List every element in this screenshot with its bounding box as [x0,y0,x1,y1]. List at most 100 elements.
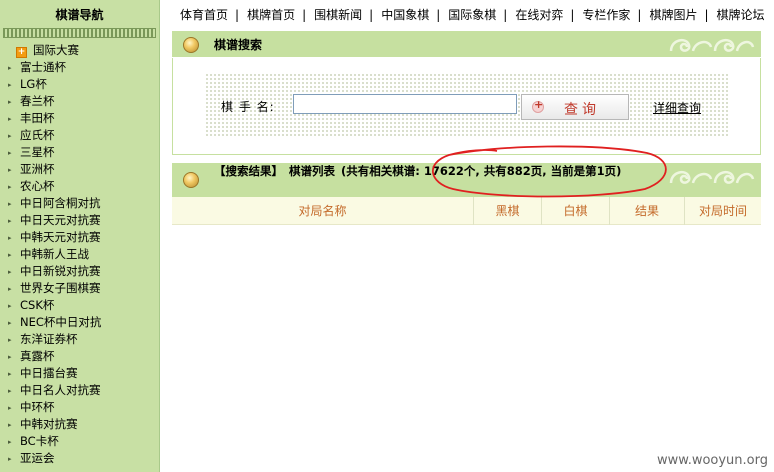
bullet-arrow-icon: ▸ [8,217,12,225]
expand-plus-icon[interactable]: + [16,47,27,58]
results-panel-header: 【搜索结果】 棋谱列表 (共有相关棋谱: 17622个, 共有882页, 当前是第1… [172,163,761,197]
bullet-arrow-icon: ▸ [8,98,12,106]
bullet-arrow-icon: ▸ [8,353,12,361]
sidebar-item[interactable]: ▸ 中日名人对抗赛 [0,382,159,399]
sidebar-item[interactable]: + 国际大赛 [0,42,159,59]
column-header-result[interactable]: 结果 [610,197,685,225]
sidebar-item-label: BC卡杯 [20,434,59,448]
sidebar-item-label: CSK杯 [20,298,55,312]
nav-link[interactable]: 专栏作家 [574,8,637,22]
search-button-icon [532,98,544,113]
search-button[interactable]: 查询 [521,94,629,120]
nav-link[interactable]: 在线对弈 [507,8,570,22]
sidebar-item[interactable]: ▸ 中韩天元对抗赛 [0,229,159,246]
bullet-arrow-icon: ▸ [8,166,12,174]
sidebar-item[interactable]: ▸ 中日新锐对抗赛 [0,263,159,280]
column-header-white[interactable]: 白棋 [542,197,610,225]
sidebar-item[interactable]: ▸ 世界女子围棋赛 [0,280,159,297]
top-nav: 体育首页 | 棋牌首页 | 围棋新闻 | 中国象棋 | 国际象棋 | 在线对弈 | 专栏作家 | 棋牌图片 |… [172,0,774,30]
bullet-arrow-icon: ▸ [8,285,12,293]
sidebar-item[interactable]: ▸ 中日阿含桐对抗 [0,195,159,212]
sidebar-item[interactable]: ▸ 真露杯 [0,348,159,365]
sidebar-item[interactable]: ▸ LG杯 [0,76,159,93]
sidebar-item[interactable]: ▸ 亚洲杯 [0,161,159,178]
search-panel: 棋 手 名: 查询 详细查询 [172,58,761,155]
results-list-label: 棋谱列表 [289,164,335,178]
bullet-arrow-icon: ▸ [8,370,12,378]
sidebar-item[interactable]: ▸ 农心杯 [0,178,159,195]
cloud-swirl-icon [669,38,755,52]
search-button-label: 查询 [564,102,600,118]
bullet-arrow-icon: ▸ [8,455,12,463]
player-name-input[interactable] [293,94,517,114]
nav-link[interactable]: 中国象棋 [373,8,436,22]
sidebar-item-label: 中日天元对抗赛 [20,213,101,227]
sidebar-item-label: 国际大赛 [33,43,79,57]
nav-link[interactable]: 棋牌首页 [239,8,302,22]
nav-link[interactable]: 棋牌图片 [641,8,704,22]
sidebar-item-label: 农心杯 [20,179,55,193]
bullet-arrow-icon: ▸ [8,268,12,276]
nav-link[interactable]: 围棋新闻 [306,8,369,22]
sidebar-item-label: 亚洲杯 [20,162,55,176]
nav-link[interactable]: 棋牌论坛 [709,8,772,22]
column-header-black[interactable]: 黑棋 [474,197,542,225]
watermark: www.wooyun.org [656,453,768,468]
bullet-arrow-icon: ▸ [8,421,12,429]
sidebar: 棋谱导航 + 国际大赛 ▸ 富士通杯 ▸ LG杯 ▸ 春兰杯 ▸ 丰田杯 ▸ 应氏杯 ▸ 三星杯 ▸ 亚洲杯 ▸… [0,0,160,472]
bullet-arrow-icon: ▸ [8,302,12,310]
sidebar-item-label: 中日擂台赛 [20,366,78,380]
sidebar-title: 棋谱导航 [55,8,104,22]
sidebar-item-label: 富士通杯 [20,60,66,74]
search-panel-header: 棋谱搜索 [172,31,761,57]
column-header-time[interactable]: 对局时间 [685,197,761,225]
sidebar-item-label: 亚运会 [20,451,55,465]
sidebar-item[interactable]: ▸ 中韩新人王战 [0,246,159,263]
sidebar-item[interactable]: ▸ 中日天元对抗赛 [0,212,159,229]
bullet-ball-icon [183,172,199,188]
nav-link[interactable]: 体育首页 [172,8,235,22]
results-table-header: 对局名称 黑棋 白棋 结果 对局时间 [172,197,761,225]
sidebar-decorative-border [3,28,156,38]
sidebar-item[interactable]: ▸ 富士通杯 [0,59,159,76]
sidebar-item[interactable]: ▸ 中韩对抗赛 [0,416,159,433]
sidebar-item-label: 中日阿含桐对抗 [20,196,101,210]
sidebar-item[interactable]: ▸ 东洋证券杯 [0,331,159,348]
results-head-tag: 【搜索结果】 [214,164,283,178]
sidebar-item-label: LG杯 [20,77,47,91]
sidebar-item-label: 中韩对抗赛 [20,417,78,431]
sidebar-item[interactable]: ▸ 应氏杯 [0,127,159,144]
sidebar-item[interactable]: ▸ 三星杯 [0,144,159,161]
sidebar-item[interactable]: ▸ 中环杯 [0,399,159,416]
sidebar-item[interactable]: ▸ 春兰杯 [0,93,159,110]
sidebar-list: + 国际大赛 ▸ 富士通杯 ▸ LG杯 ▸ 春兰杯 ▸ 丰田杯 ▸ 应氏杯 ▸ 三星杯 ▸ 亚洲杯 ▸ 农心杯 ▸ 中… [0,42,159,467]
sidebar-item[interactable]: ▸ BC卡杯 [0,433,159,450]
nav-separator: | [704,8,709,22]
sidebar-item-label: 真露杯 [20,349,55,363]
column-header-game-name[interactable]: 对局名称 [172,197,474,225]
sidebar-item-label: NEC杯中日对抗 [20,315,102,329]
bullet-arrow-icon: ▸ [8,234,12,242]
sidebar-item-label: 三星杯 [20,145,55,159]
player-name-label: 棋 手 名: [221,100,275,114]
sidebar-item-label: 中环杯 [20,400,55,414]
sidebar-item-label: 中日新锐对抗赛 [20,264,101,278]
sidebar-item[interactable]: ▸ 丰田杯 [0,110,159,127]
results-summary: 【搜索结果】 棋谱列表 (共有相关棋谱: 17622个, 共有882页, 当前是第1… [214,164,684,179]
bullet-arrow-icon: ▸ [8,336,12,344]
cloud-swirl-icon [669,170,755,184]
sidebar-item[interactable]: ▸ CSK杯 [0,297,159,314]
bullet-arrow-icon: ▸ [8,319,12,327]
sidebar-item[interactable]: ▸ NEC杯中日对抗 [0,314,159,331]
search-panel-title: 棋谱搜索 [214,38,263,52]
bullet-arrow-icon: ▸ [8,149,12,157]
bullet-arrow-icon: ▸ [8,132,12,140]
bullet-arrow-icon: ▸ [8,251,12,259]
advanced-search-link[interactable]: 详细查询 [653,99,701,116]
sidebar-item[interactable]: ▸ 中日擂台赛 [0,365,159,382]
bullet-arrow-icon: ▸ [8,438,12,446]
sidebar-item-label: 中日名人对抗赛 [20,383,101,397]
sidebar-item-label: 世界女子围棋赛 [20,281,101,295]
nav-link[interactable]: 国际象棋 [440,8,503,22]
sidebar-item[interactable]: ▸ 亚运会 [0,450,159,467]
